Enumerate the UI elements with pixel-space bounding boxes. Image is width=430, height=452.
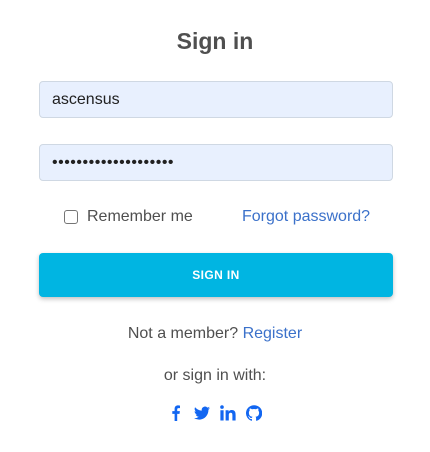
social-heading: or sign in with: — [163, 367, 267, 384]
social-login-row — [0, 404, 430, 422]
register-link[interactable]: Register — [243, 325, 303, 342]
remember-me-checkbox-group[interactable]: Remember me — [64, 207, 193, 227]
remember-me-checkbox[interactable] — [64, 210, 78, 224]
linkedin-icon[interactable] — [220, 404, 237, 422]
forgot-password-link[interactable]: Forgot password? — [242, 207, 370, 227]
sign-in-button[interactable]: SIGN IN — [39, 253, 393, 297]
facebook-icon[interactable] — [168, 404, 185, 422]
twitter-icon[interactable] — [194, 404, 211, 422]
remember-me-label: Remember me — [87, 208, 193, 225]
github-icon[interactable] — [246, 404, 263, 422]
password-field[interactable] — [39, 144, 393, 181]
username-field[interactable] — [39, 81, 393, 118]
register-prompt-text: Not a member? — [127, 325, 243, 342]
register-prompt: Not a member? Register — [0, 325, 430, 343]
page-title: Sign in — [176, 28, 254, 54]
